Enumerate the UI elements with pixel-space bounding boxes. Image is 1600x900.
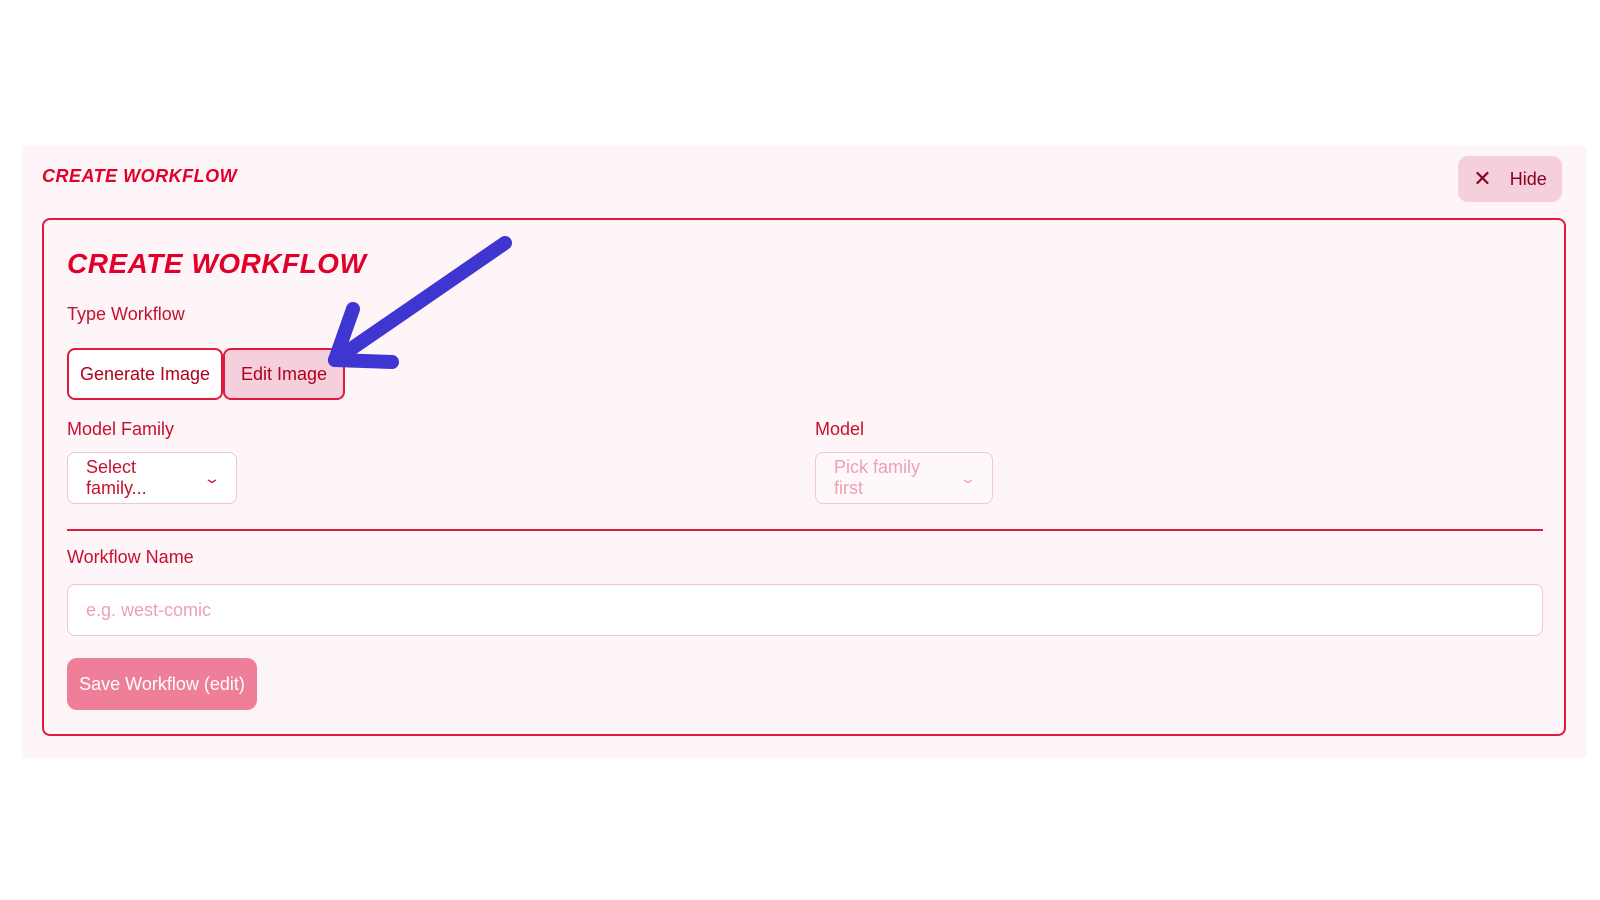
hide-button[interactable]: ✕ Hide (1458, 156, 1562, 202)
workflow-name-input[interactable] (67, 584, 1543, 636)
model-family-select[interactable]: Select family... ⌄ (67, 452, 237, 504)
close-icon: ✕ (1473, 166, 1492, 191)
chevron-down-icon: ⌄ (959, 469, 977, 486)
type-option-generate-image[interactable]: Generate Image (67, 348, 223, 400)
model-family-value: Select family... (86, 457, 147, 498)
create-workflow-card: CREATE WORKFLOW Type Workflow Generate I… (42, 218, 1566, 736)
panel-title: CREATE WORKFLOW (42, 166, 238, 186)
hide-button-label: Hide (1509, 168, 1547, 189)
divider (67, 529, 1543, 531)
create-workflow-panel: CREATE WORKFLOW ✕ Hide CREATE WORKFLOW T… (22, 146, 1587, 758)
model-label: Model (815, 419, 865, 439)
save-workflow-button[interactable]: Save Workflow (edit) (67, 658, 257, 710)
model-family-label: Model Family (67, 419, 175, 439)
chevron-down-icon: ⌄ (203, 469, 221, 486)
workflow-name-label: Workflow Name (67, 547, 194, 567)
model-select[interactable]: Pick family first ⌄ (815, 452, 993, 504)
card-title: CREATE WORKFLOW (67, 248, 367, 279)
type-option-edit-image[interactable]: Edit Image (223, 348, 345, 400)
type-workflow-label: Type Workflow (67, 304, 185, 324)
model-value: Pick family first (834, 457, 921, 498)
